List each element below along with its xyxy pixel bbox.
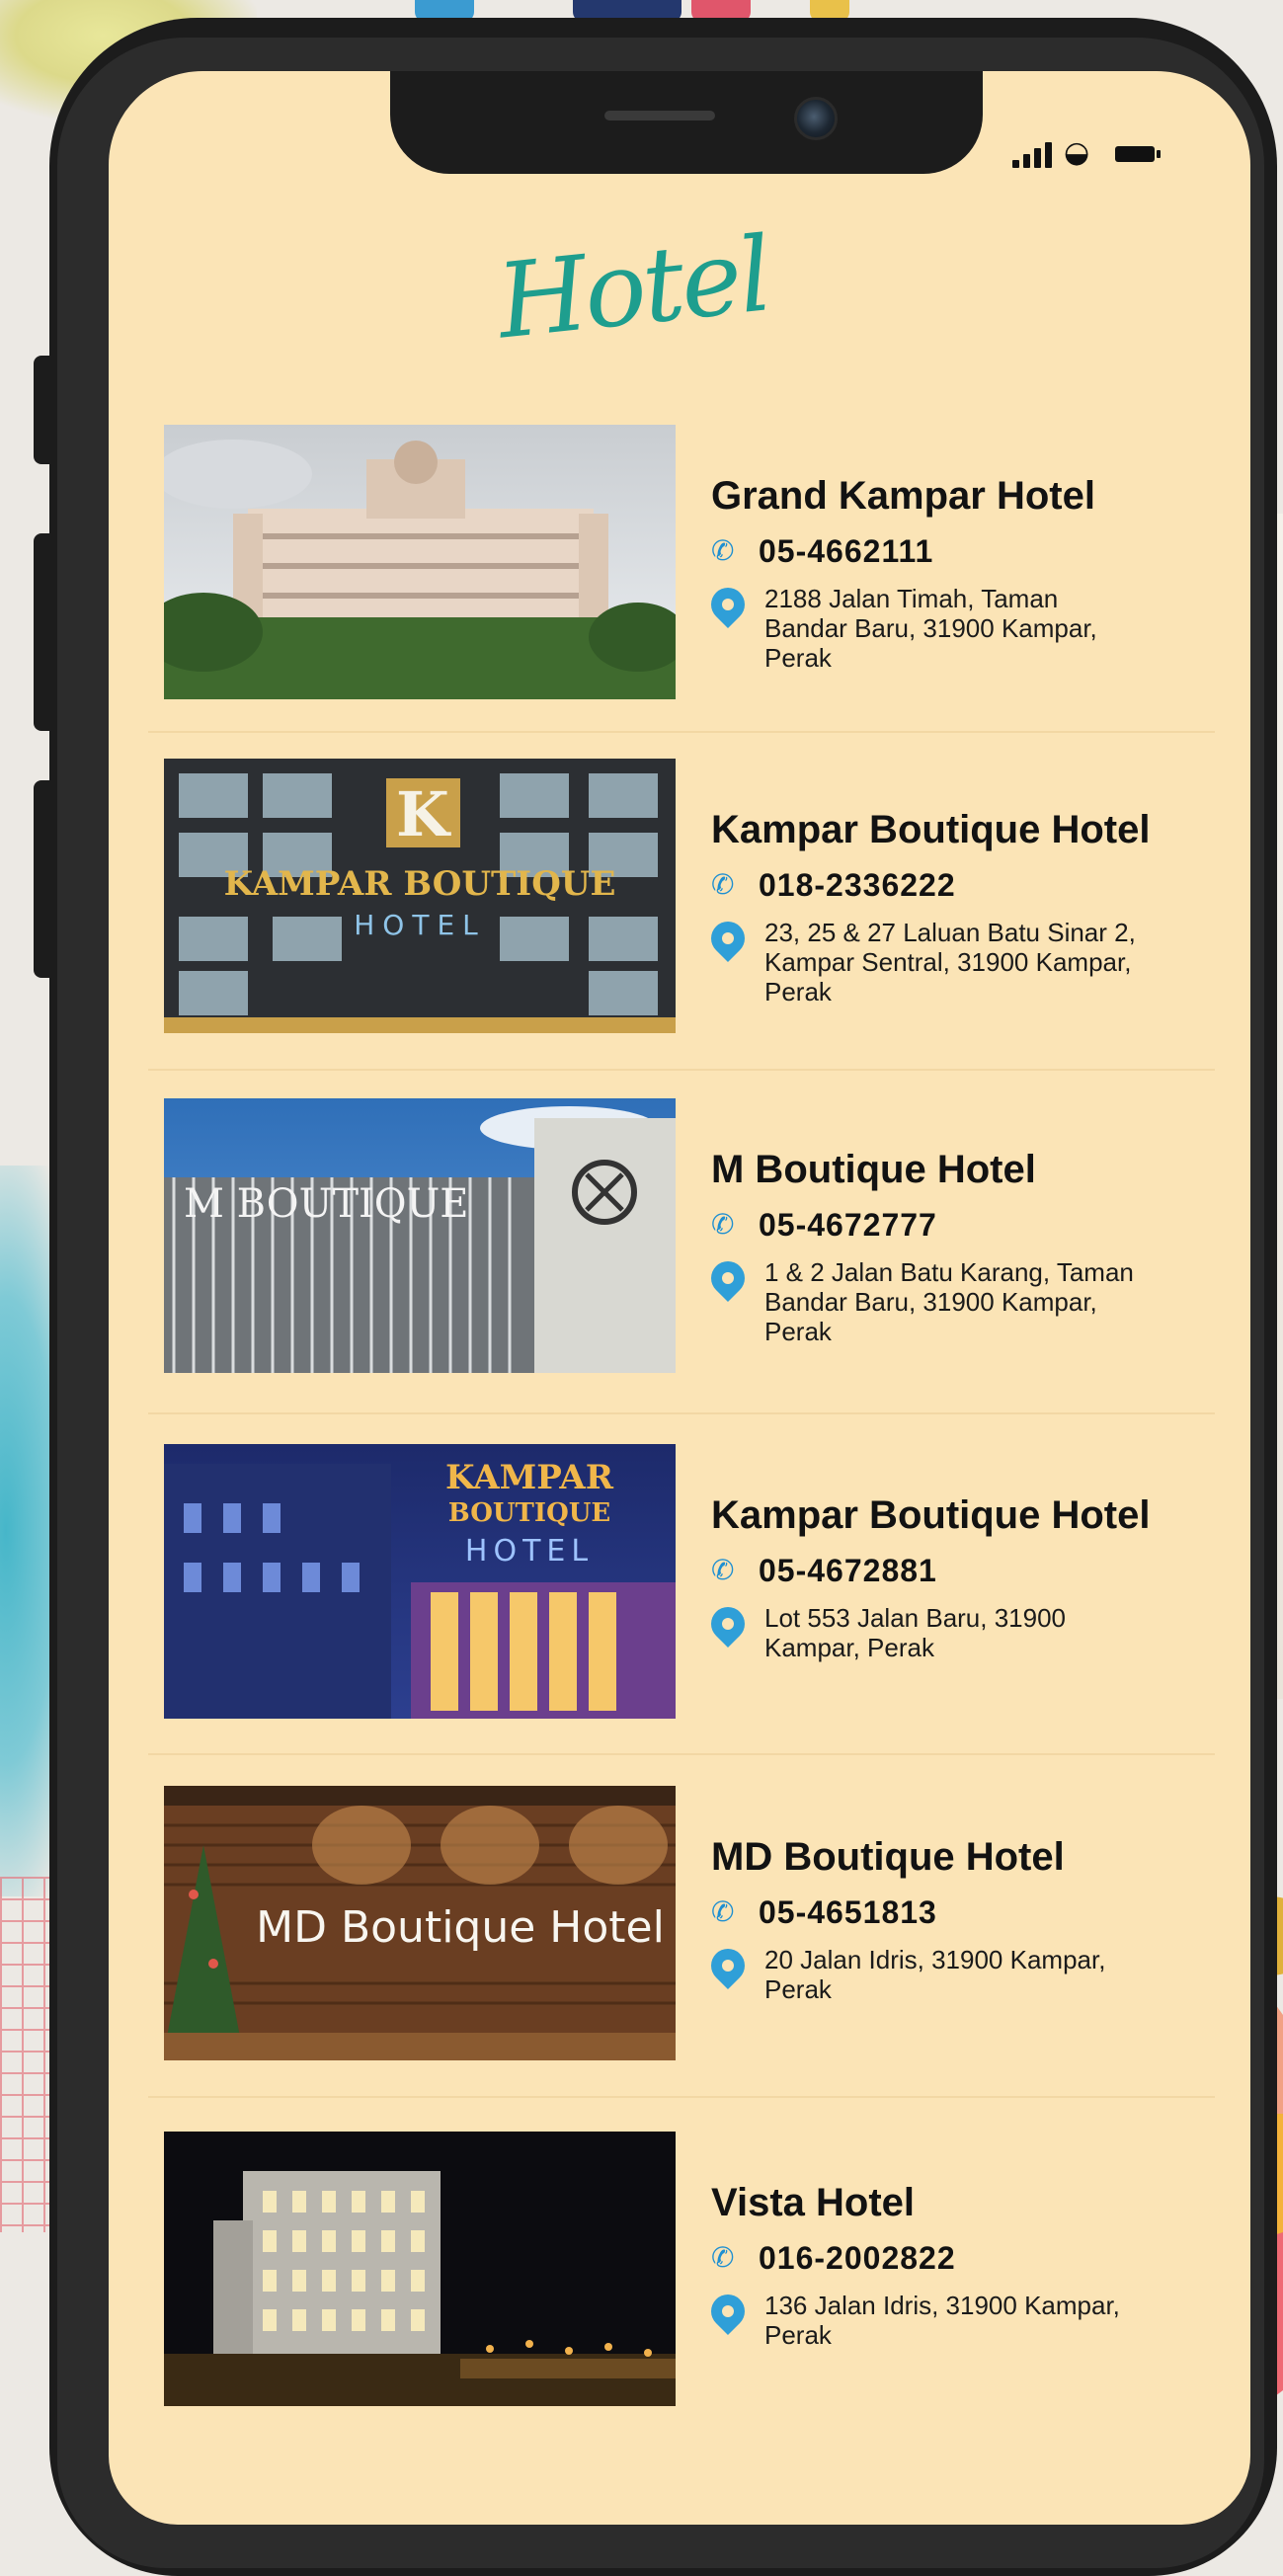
hotel-address: 23, 25 & 27 Laluan Batu Sinar 2, Kampar … [703,914,1205,1006]
phone-number: 018-2336222 [759,866,956,903]
hotel-name: M Boutique Hotel [711,1148,1036,1191]
address-line: Lot 553 Jalan Baru, 31900 [764,1603,1067,1633]
phone-icon: ✆ [711,868,735,901]
phone-notch [390,71,983,174]
divider [148,2096,1215,2098]
hotel-phone[interactable]: ✆ 05-4651813 [711,1893,1205,1931]
address-line: 1 & 2 Jalan Batu Karang, Taman [764,1257,1134,1287]
hotel-name: Grand Kampar Hotel [711,474,1095,518]
signal-bar [1045,142,1052,168]
divider [148,1412,1215,1414]
address-line: Perak [764,977,832,1006]
hotel-photo: KAMPAR BOUTIQUE HOTEL [164,1444,676,1719]
phone-icon: ✆ [711,1554,735,1586]
hotel-address: Lot 553 Jalan Baru, 31900 Kampar, Perak [703,1599,1205,1662]
status-bar: ◒ [1012,138,1180,168]
divider [148,1069,1215,1071]
hotel-name: Kampar Boutique Hotel [711,1493,1151,1537]
location-pin-icon [703,580,753,635]
hotel-card[interactable]: MD Boutique Hotel MD Boutique Hotel ✆ 05… [158,1786,1205,2072]
location-pin-icon [703,1599,753,1654]
phone-icon: ✆ [711,1895,735,1928]
hotel-card[interactable]: Grand Kampar Hotel ✆ 05-4662111 2188 Jal… [158,425,1205,711]
hotel-photo [164,2132,676,2406]
address-line: Bandar Baru, 31900 Kampar, [764,1287,1097,1317]
address-line: 23, 25 & 27 Laluan Batu Sinar 2, [764,918,1136,947]
address-line: Bandar Baru, 31900 Kampar, [764,613,1097,643]
photo-sign-text: BOUTIQUE [448,1498,610,1528]
phone-number: 05-4672881 [759,1552,937,1588]
phone-icon: ✆ [711,2241,735,2274]
signal-bar [1023,154,1030,168]
phone-speaker [604,111,715,121]
photo-sign-text: MD Boutique Hotel [256,1902,665,1953]
signal-bar [1034,148,1041,168]
hotel-photo: MD Boutique Hotel [164,1786,676,2060]
hotel-address: 1 & 2 Jalan Batu Karang, Taman Bandar Ba… [703,1253,1205,1346]
phone-volume-down [34,780,57,978]
hotel-phone[interactable]: ✆ 018-2336222 [711,866,1205,904]
hotel-address: 20 Jalan Idris, 31900 Kampar, Perak [703,1941,1205,2004]
address-line: Perak [764,1317,832,1346]
photo-sign-text: KAMPAR [445,1458,614,1497]
address-line: Kampar Sentral, 31900 Kampar, [764,947,1132,977]
hotel-name: Vista Hotel [711,2181,915,2224]
phone-camera [794,97,838,140]
hotel-phone[interactable]: ✆ 05-4662111 [711,532,1205,570]
address-line: Perak [764,643,832,673]
phone-number: 05-4651813 [759,1893,937,1930]
address-line: Kampar, Perak [764,1633,934,1662]
location-pin-icon [703,914,753,969]
phone-icon: ✆ [711,534,735,567]
photo-sign-letter: K [396,778,451,850]
hotel-name: MD Boutique Hotel [711,1835,1065,1879]
photo-sign-text: M BOUTIQUE [184,1181,469,1227]
hotel-card[interactable]: M BOUTIQUE M Boutique Hotel ✆ 05-4672777… [158,1098,1205,1385]
location-pin-icon [703,1253,753,1309]
location-pin-icon [703,1941,753,1996]
hotel-address: 136 Jalan Idris, 31900 Kampar, Perak [703,2287,1205,2350]
hotel-phone[interactable]: ✆ 05-4672881 [711,1552,1205,1589]
photo-sign-text: KAMPAR BOUTIQUE [224,864,616,904]
location-pin-icon [703,2287,753,2342]
divider [148,731,1215,733]
wifi-icon: ◒ [1064,135,1090,170]
divider [148,1753,1215,1755]
address-line: Perak [764,1974,832,2004]
address-line: 2188 Jalan Timah, Taman [764,584,1059,613]
battery-icon [1115,146,1161,162]
hotel-address: 2188 Jalan Timah, Taman Bandar Baru, 319… [703,580,1205,673]
hotel-card[interactable]: KAMPAR BOUTIQUE HOTEL Kampar Boutique Ho… [158,1444,1205,1731]
phone-number: 05-4672777 [759,1206,937,1243]
address-line: 136 Jalan Idris, 31900 Kampar, [764,2291,1120,2320]
hotel-photo [164,425,676,699]
phone-volume-up [34,533,57,731]
hotel-card[interactable]: Vista Hotel ✆ 016-2002822 136 Jalan Idri… [158,2132,1205,2418]
photo-sign-text: HOTEL [465,1534,594,1569]
signal-bars-icon [1012,160,1019,168]
phone-side-button [34,356,57,464]
address-line: Perak [764,2320,832,2350]
hotel-name: Kampar Boutique Hotel [711,808,1151,851]
hotel-phone[interactable]: ✆ 016-2002822 [711,2239,1205,2277]
hotel-card[interactable]: K KAMPAR BOUTIQUE HOTEL Kampar Boutique … [158,759,1205,1045]
phone-icon: ✆ [711,1208,735,1241]
hotel-photo: M BOUTIQUE [164,1098,676,1373]
phone-number: 016-2002822 [759,2239,956,2276]
address-line: 20 Jalan Idris, 31900 Kampar, [764,1945,1106,1974]
photo-sign-text: HOTEL [354,909,486,941]
hotel-phone[interactable]: ✆ 05-4672777 [711,1206,1205,1244]
hotel-photo: K KAMPAR BOUTIQUE HOTEL [164,759,676,1033]
phone-number: 05-4662111 [759,532,934,569]
